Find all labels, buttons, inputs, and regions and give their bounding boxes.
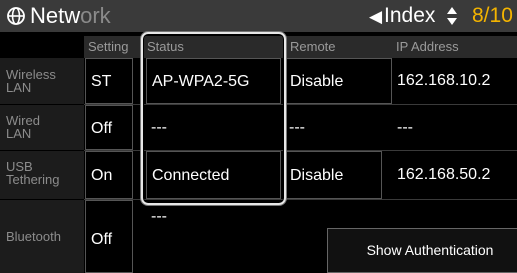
column-header-remote: Remote — [290, 39, 336, 54]
wired-remote-value: --- — [289, 119, 305, 136]
column-header-ip-address: IP Address — [396, 39, 459, 54]
usb-ip-address: 162.168.50.2 — [397, 166, 491, 183]
wired-setting-button[interactable]: Off — [85, 105, 133, 150]
wireless-remote-value: Disable — [290, 73, 344, 90]
usb-remote-value: Disable — [290, 167, 344, 184]
column-header-setting: Setting — [88, 39, 129, 54]
row-label-wired-lan: Wired LAN — [6, 113, 40, 141]
row-label-wireless-lan: Wireless LAN — [6, 67, 56, 95]
title-bar: Network ◀ Index 8/10 — [0, 0, 517, 32]
status-column-highlight — [141, 32, 286, 205]
usb-setting-value: On — [91, 167, 113, 184]
row-label-bluetooth: Bluetooth — [6, 229, 61, 244]
page-title: Network — [30, 3, 111, 28]
index-button[interactable]: Index — [384, 4, 435, 28]
wired-ip-address: --- — [397, 119, 413, 136]
usb-remote-button[interactable]: Disable — [285, 151, 382, 199]
bluetooth-setting-button[interactable]: Off — [85, 200, 133, 273]
wired-setting-value: Off — [91, 120, 113, 137]
globe-icon — [7, 7, 25, 25]
index-back-arrow-icon[interactable]: ◀ — [369, 7, 382, 27]
show-authentication-button[interactable]: Show Authentication — [327, 228, 517, 273]
page-indicator: 8/10 — [472, 4, 513, 27]
wireless-ip-address: 162.168.10.2 — [397, 72, 491, 89]
usb-setting-button[interactable]: On — [85, 151, 133, 199]
bluetooth-setting-value: Off — [91, 231, 113, 248]
wireless-setting-button[interactable]: ST — [85, 58, 133, 104]
wireless-setting-value: ST — [91, 73, 112, 90]
wireless-remote-button[interactable]: Disable — [285, 58, 392, 104]
up-down-triangles-icon[interactable] — [446, 6, 458, 26]
row-label-usb-tethering: USB Tethering — [6, 159, 60, 187]
bluetooth-status-value: --- — [151, 208, 167, 225]
